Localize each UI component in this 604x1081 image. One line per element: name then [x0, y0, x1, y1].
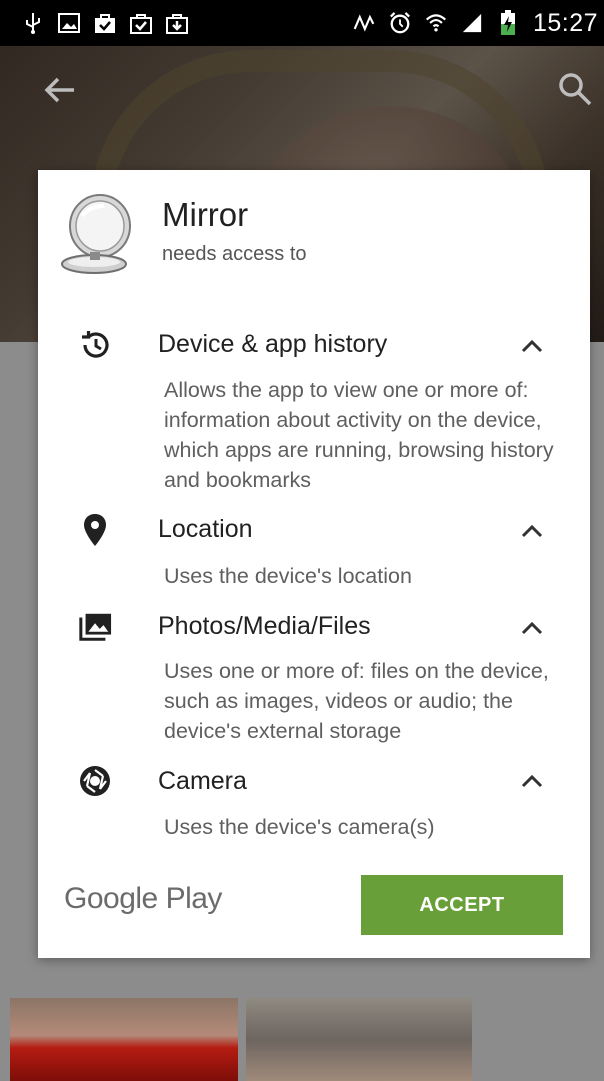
background-thumbnail-lips	[10, 998, 238, 1081]
permission-title-location[interactable]: Location	[158, 515, 253, 544]
shopping-bag-download-icon	[166, 12, 188, 34]
clock-time: 15:27	[532, 8, 598, 37]
chevron-up-icon[interactable]	[518, 521, 546, 541]
chevron-up-icon[interactable]	[518, 771, 546, 791]
permissions-dialog: Mirror needs access to Device & app hist…	[38, 170, 590, 958]
history-icon	[78, 328, 112, 362]
shopping-bag-check-icon	[94, 12, 116, 34]
accept-button[interactable]: ACCEPT	[361, 875, 563, 935]
back-arrow-icon[interactable]	[40, 70, 80, 110]
wifi-icon	[425, 12, 447, 34]
permission-title-photos-media-files[interactable]: Photos/Media/Files	[158, 612, 371, 641]
permission-desc-camera: Uses the device's camera(s)	[164, 815, 435, 839]
location-pin-icon	[78, 513, 112, 547]
alarm-icon	[389, 12, 411, 34]
permission-desc-location: Uses the device's location	[164, 564, 412, 588]
permission-title-device-history[interactable]: Device & app history	[158, 330, 387, 359]
access-subtitle: needs access to	[162, 243, 307, 265]
permission-title-camera[interactable]: Camera	[158, 767, 247, 796]
google-play-logo: Google Play	[64, 882, 222, 915]
battery-charging-icon	[497, 10, 519, 35]
photos-media-icon	[78, 610, 112, 644]
search-icon[interactable]	[558, 72, 592, 106]
system-icons: 15:27	[353, 9, 598, 38]
camera-shutter-icon	[78, 764, 112, 798]
background-thumbnail-eye	[246, 998, 472, 1081]
permission-desc-photos-media-files: Uses one or more of: files on the device…	[164, 659, 549, 743]
mirror-app-icon	[60, 194, 134, 278]
chevron-up-icon[interactable]	[518, 336, 546, 356]
image-icon	[58, 12, 80, 34]
usb-icon	[22, 12, 44, 34]
chevron-up-icon[interactable]	[518, 618, 546, 638]
shopping-bag-check-icon	[130, 12, 152, 34]
nfc-icon	[353, 12, 375, 34]
permission-desc-device-history: Allows the app to view one or more of: i…	[164, 378, 554, 492]
notification-icons	[22, 12, 188, 34]
status-bar: 15:27	[0, 0, 604, 46]
signal-icon	[461, 12, 483, 34]
app-name: Mirror	[162, 196, 249, 233]
